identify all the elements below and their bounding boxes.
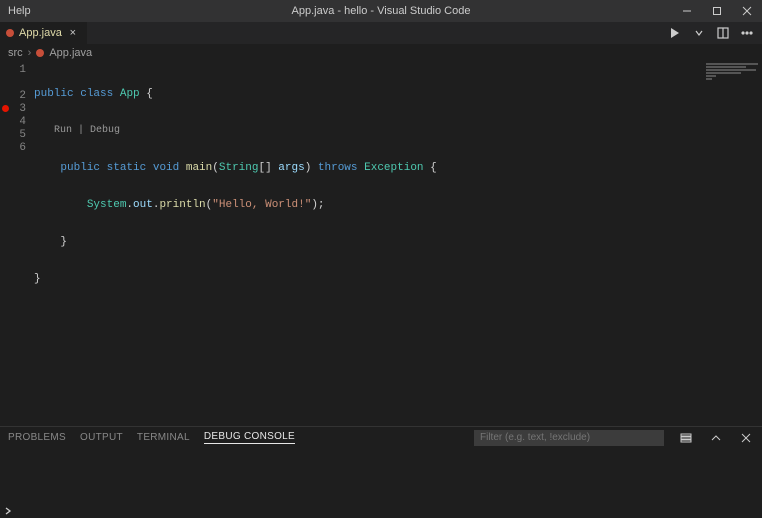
tab-close-button[interactable]: ×: [67, 27, 79, 39]
tab-output[interactable]: OUTPUT: [80, 432, 123, 443]
gutter-codelens-gap: [0, 77, 34, 90]
debug-console-body[interactable]: [0, 448, 762, 508]
tab-bar: App.java ×: [0, 22, 762, 44]
tab-debug-console[interactable]: DEBUG CONSOLE: [204, 431, 295, 444]
run-button[interactable]: [666, 24, 684, 42]
tab-problems[interactable]: PROBLEMS: [8, 432, 66, 443]
debug-input-chevron-icon[interactable]: [4, 506, 12, 518]
more-actions-button[interactable]: [738, 24, 756, 42]
codelens[interactable]: Run | Debug: [34, 125, 762, 138]
code-line: public static void main(String[] args) t…: [34, 162, 762, 175]
gutter: 1 2 3 4 5 6: [0, 62, 34, 426]
code-line: }: [34, 236, 762, 249]
error-dot-icon: [36, 49, 44, 57]
window-title: App.java - hello - Visual Studio Code: [0, 5, 762, 17]
title-bar: Help App.java - hello - Visual Studio Co…: [0, 0, 762, 22]
tab-app-java[interactable]: App.java ×: [0, 22, 88, 44]
minimap[interactable]: [702, 62, 762, 426]
line-number: 2: [0, 90, 34, 103]
code-area[interactable]: public class App { Run | Debug public st…: [34, 62, 762, 426]
code-line: System.out.println("Hello, World!");: [34, 199, 762, 212]
code-line: }: [34, 273, 762, 286]
split-editor-button[interactable]: [714, 24, 732, 42]
tab-terminal[interactable]: TERMINAL: [137, 432, 190, 443]
line-number: 5: [0, 129, 34, 142]
filter-input[interactable]: [474, 430, 664, 446]
panel-maximize-button[interactable]: [708, 430, 724, 446]
tab-label: App.java: [19, 27, 62, 39]
panel-tabs: PROBLEMS OUTPUT TERMINAL DEBUG CONSOLE: [0, 426, 762, 448]
maximize-button[interactable]: [702, 0, 732, 22]
breakpoint-icon[interactable]: [2, 105, 9, 112]
clear-console-button[interactable]: [678, 430, 694, 446]
panel-close-button[interactable]: [738, 430, 754, 446]
menu-help[interactable]: Help: [0, 5, 39, 17]
status-area: [0, 508, 762, 515]
breadcrumb[interactable]: src › App.java: [0, 44, 762, 62]
close-window-button[interactable]: [732, 0, 762, 22]
editor[interactable]: 1 2 3 4 5 6 public class App { Run | Deb…: [0, 62, 762, 426]
line-number: 4: [0, 116, 34, 129]
breadcrumb-src[interactable]: src: [8, 47, 23, 59]
line-number: 1: [0, 64, 34, 77]
error-dot-icon: [6, 29, 14, 37]
breadcrumb-file[interactable]: App.java: [49, 47, 92, 59]
run-dropdown-button[interactable]: [690, 24, 708, 42]
minimize-button[interactable]: [672, 0, 702, 22]
code-line: [34, 310, 762, 323]
editor-actions: [666, 22, 762, 44]
window-controls: [672, 0, 762, 22]
chevron-right-icon: ›: [28, 47, 32, 59]
line-number: 6: [0, 142, 34, 155]
code-line: public class App {: [34, 88, 762, 101]
